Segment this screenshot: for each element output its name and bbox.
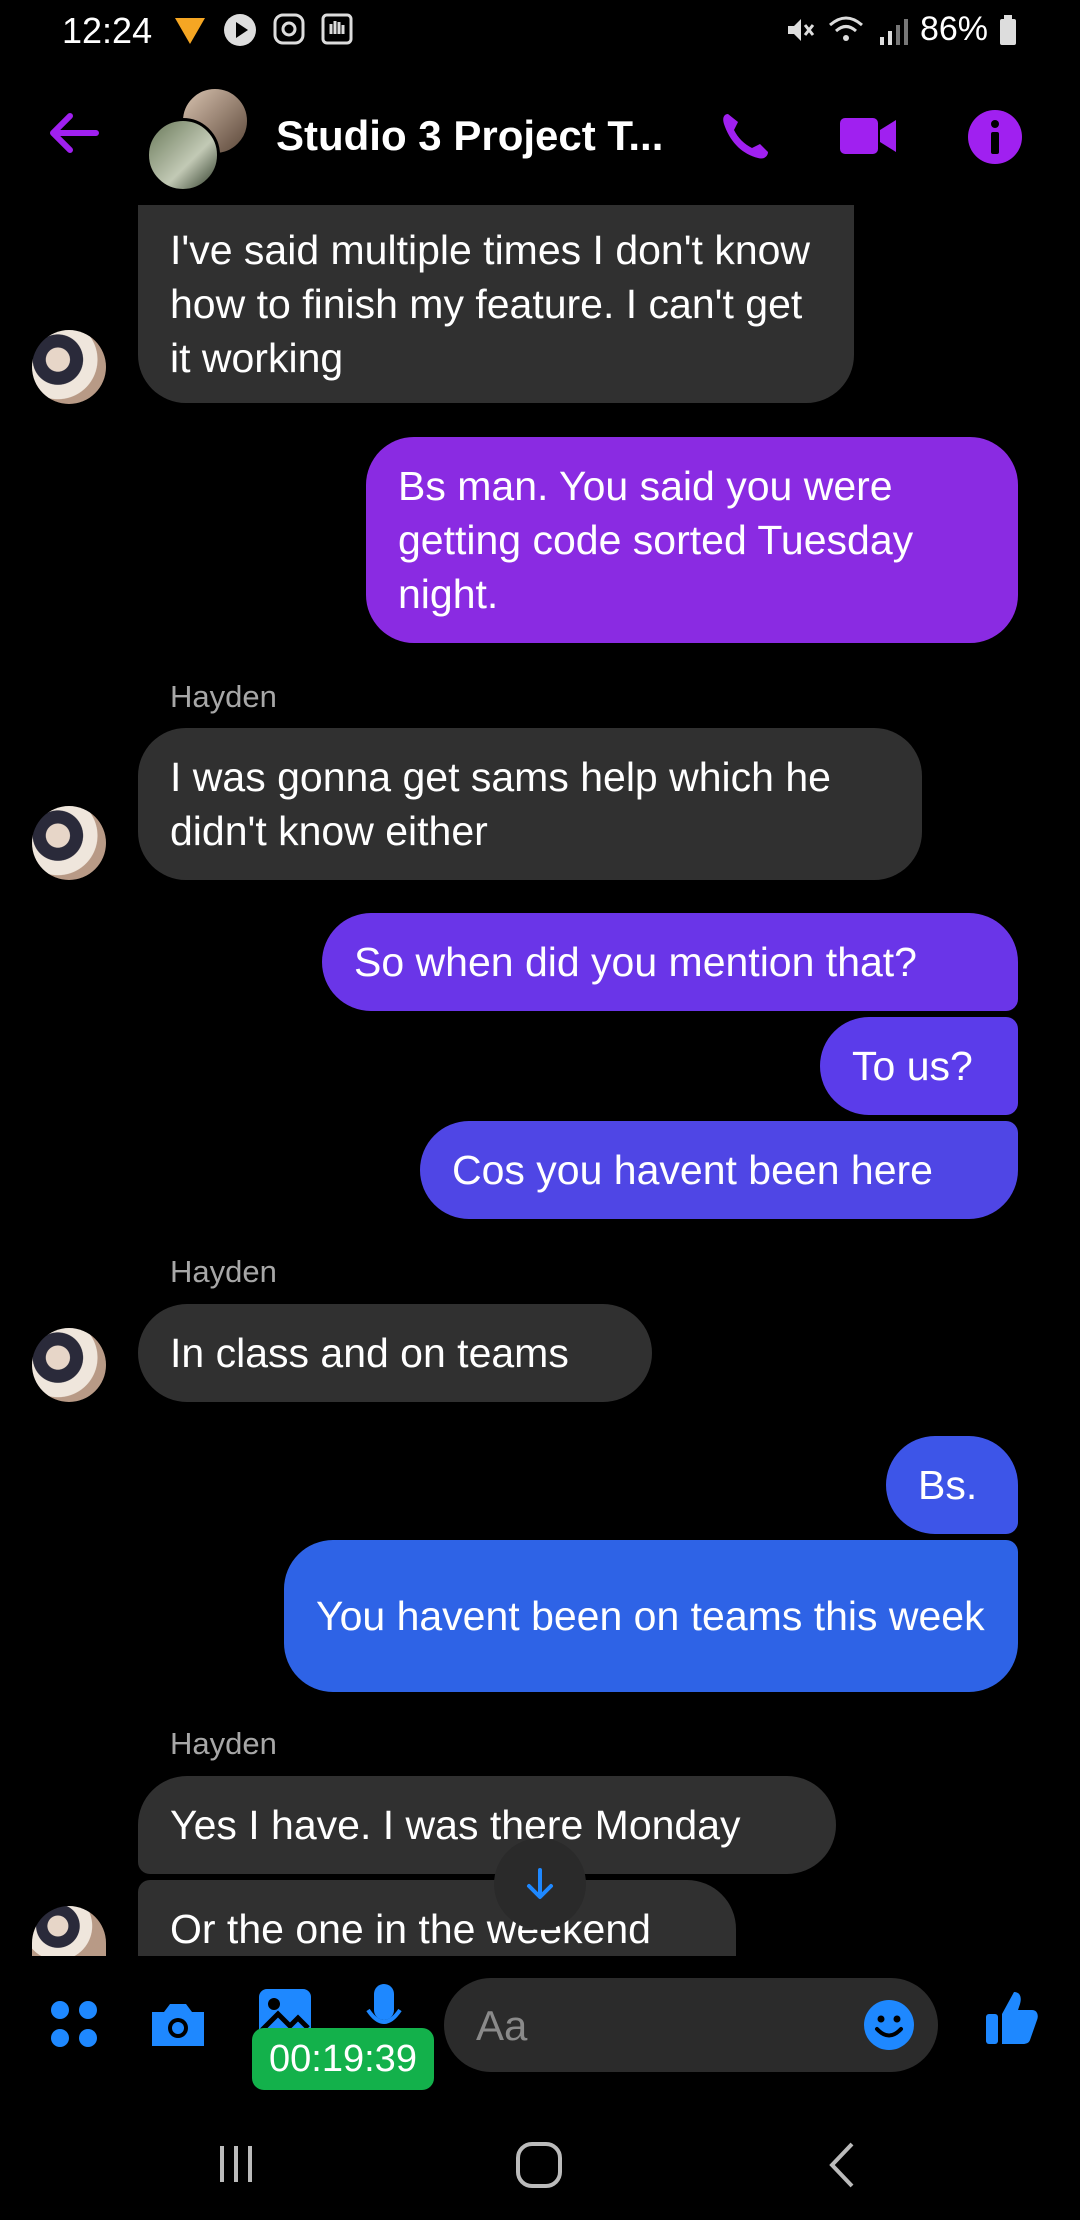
message-bubble-received[interactable]: Or the one in the weekend [138,1880,736,1956]
message-bubble-received[interactable]: Yes I have. I was there Monday [138,1776,836,1874]
video-camera-icon[interactable] [838,108,898,164]
message-bubble-sent[interactable]: To us? [820,1017,1018,1115]
signal-icon [879,18,908,45]
back-nav-icon[interactable] [824,2140,860,2190]
scroll-to-bottom-button[interactable] [494,1838,586,1930]
message-text: You havent been on teams this week [316,1593,985,1639]
message-text: Cos you havent been here [452,1147,933,1193]
message-text: In class and on teams [170,1330,569,1376]
message-bubble-sent[interactable]: So when did you mention that? [322,913,1018,1011]
conversation-header: Studio 3 Project T... [0,64,1080,204]
app-notification-icon [175,18,205,44]
smiley-icon[interactable] [862,1998,916,2052]
avatar[interactable] [32,1906,106,1956]
message-bubble-sent[interactable]: Bs. [886,1436,1018,1534]
message-input-placeholder: Aa [476,2002,528,2049]
navigation-bar [0,2110,1080,2220]
four-dots-icon[interactable] [48,1998,100,2050]
battery-icon [1000,14,1016,45]
message-bubble-received[interactable]: I've said multiple times I don't know ho… [138,205,854,403]
message-input[interactable]: Aa [444,1978,938,2072]
group-avatar-member[interactable] [146,118,220,192]
home-icon[interactable] [514,2140,564,2190]
message-text: Yes I have. I was there Monday [170,1802,741,1848]
message-text: Bs man. You said you were getting code s… [398,463,914,617]
hand-icon [321,13,353,45]
message-bubble-sent[interactable]: Cos you havent been here [420,1121,1018,1219]
notification-icons [172,12,354,48]
recent-apps-icon[interactable] [214,2142,258,2186]
camera-icon[interactable] [148,1998,208,2050]
system-indicators: 86% [782,10,1018,49]
message-text: Bs. [918,1462,978,1508]
thumbs-up-icon[interactable] [984,1988,1040,2048]
battery-percent: 86% [919,10,988,48]
recording-timer: 00:19:39 [252,2028,434,2090]
sender-name: Hayden [170,1254,277,1289]
message-bubble-received[interactable]: In class and on teams [138,1304,652,1402]
avatar[interactable] [32,1328,106,1402]
sender-name: Hayden [170,1726,277,1761]
avatar[interactable] [32,330,106,404]
phone-icon[interactable] [716,108,776,164]
conversation-title[interactable]: Studio 3 Project T... [276,112,663,160]
message-text: I've said multiple times I don't know ho… [170,227,811,381]
message-text: I was gonna get sams help which he didn'… [170,754,831,854]
message-composer: Aa [0,1960,1080,2090]
info-icon[interactable] [966,108,1024,166]
sender-name: Hayden [170,679,277,714]
status-time: 12:24 [62,10,153,51]
wifi-icon [828,16,863,41]
message-bubble-sent[interactable]: You havent been on teams this week [284,1540,1018,1692]
message-text: So when did you mention that? [354,939,917,985]
mute-icon [787,18,815,41]
message-text: To us? [852,1043,973,1089]
back-arrow-icon[interactable] [44,108,104,158]
arrow-down-icon [527,1868,553,1899]
instagram-icon [273,13,305,45]
status-bar: 12:24 86% [0,0,1080,64]
play-icon [224,14,256,46]
message-text: Or the one in the weekend [170,1906,651,1952]
message-bubble-sent[interactable]: Bs man. You said you were getting code s… [366,437,1018,643]
message-bubble-received[interactable]: I was gonna get sams help which he didn'… [138,728,922,880]
avatar[interactable] [32,806,106,880]
